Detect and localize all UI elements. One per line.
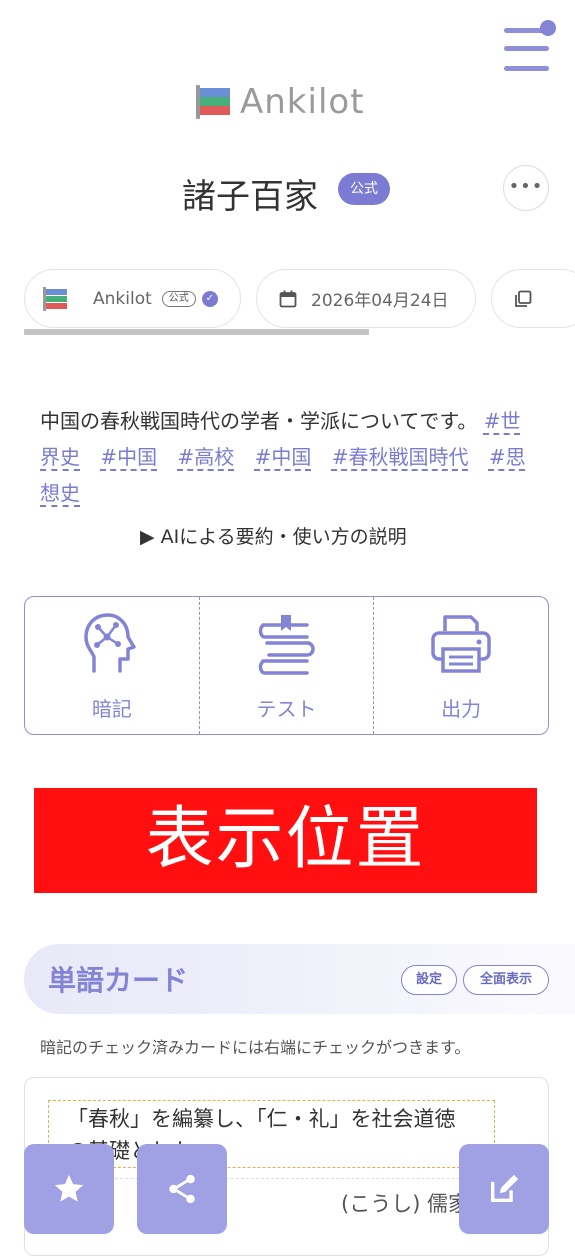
edit-button[interactable] [459, 1144, 549, 1234]
calendar-icon [279, 290, 297, 307]
ai-summary-toggle[interactable]: ▶ AIによる要約・使い方の説明 [140, 522, 407, 549]
app-logo[interactable]: Ankilot [196, 82, 365, 122]
export-button[interactable]: 出力 [373, 597, 548, 734]
menu-bar [504, 46, 549, 51]
logo-text: Ankilot [240, 82, 365, 122]
favorite-button[interactable] [24, 1144, 114, 1234]
author-chip[interactable]: Ankilot 公式 ✓ [24, 269, 241, 328]
date-chip: 2026年04月24日 [256, 269, 476, 328]
action-panel: 暗記 テスト 出力 [24, 596, 549, 735]
page-title: 諸子百家 [182, 177, 318, 217]
menu-bar [504, 66, 549, 71]
date-text: 2026年04月24日 [311, 291, 449, 311]
show-all-button[interactable]: 全面表示 [463, 965, 549, 995]
tag-link[interactable]: #中国 [100, 445, 157, 469]
card-front: 「春秋」を編纂し、「仁・礼」を社会道徳の基礎とした。 [48, 1100, 495, 1168]
ellipsis-icon: ••• [508, 176, 544, 197]
description-text: 中国の春秋戦国時代の学者・学派についてです。 [40, 409, 478, 433]
ad-placeholder[interactable]: 表示位置 [34, 788, 537, 893]
share-button[interactable] [137, 1144, 227, 1234]
star-icon [54, 1174, 84, 1202]
copy-icon [515, 290, 532, 307]
verified-icon: ✓ [201, 290, 218, 307]
flashcard-section-header: 単語カード 設定 全面表示 [24, 944, 575, 1014]
edit-icon [490, 1174, 519, 1203]
tag-link[interactable]: #高校 [177, 445, 234, 469]
logo-flag-icon [196, 85, 230, 119]
tag-link[interactable]: #春秋戦国時代 [332, 445, 469, 469]
card-divider [45, 1178, 530, 1179]
notification-dot [540, 20, 556, 36]
export-label: 出力 [441, 697, 482, 721]
more-options-button[interactable]: ••• [503, 165, 549, 211]
title-row: 諸子百家 公式 ••• [0, 165, 575, 217]
printer-icon [431, 615, 491, 673]
copy-chip[interactable] [491, 269, 575, 328]
author-name: Ankilot [93, 288, 152, 309]
description: 中国の春秋戦国時代の学者・学派についてです。 #世界史 #中国 #高校 #中国 … [40, 403, 535, 511]
memorize-button[interactable]: 暗記 [25, 597, 199, 734]
menu-button[interactable] [502, 20, 556, 74]
share-icon [169, 1174, 195, 1204]
book-stack-icon [258, 615, 315, 675]
brain-icon [84, 613, 136, 673]
author-official-badge: 公式 [161, 290, 196, 307]
memorize-label: 暗記 [91, 697, 132, 721]
settings-button[interactable]: 設定 [401, 965, 457, 995]
horizontal-scrollbar[interactable] [24, 329, 369, 335]
test-label: テスト [256, 697, 317, 721]
card-back: (こうし) 儒家 [341, 1192, 470, 1216]
official-badge: 公式 [338, 173, 390, 205]
section-title: 単語カード [48, 964, 189, 997]
tag-link[interactable]: #中国 [255, 445, 312, 469]
author-avatar [43, 286, 67, 311]
meta-row[interactable]: Ankilot 公式 ✓ 2026年04月24日 [24, 269, 575, 329]
test-button[interactable]: テスト [198, 597, 374, 734]
check-note: 暗記のチェック済みカードには右端にチェックがつきます。 [40, 1038, 471, 1057]
